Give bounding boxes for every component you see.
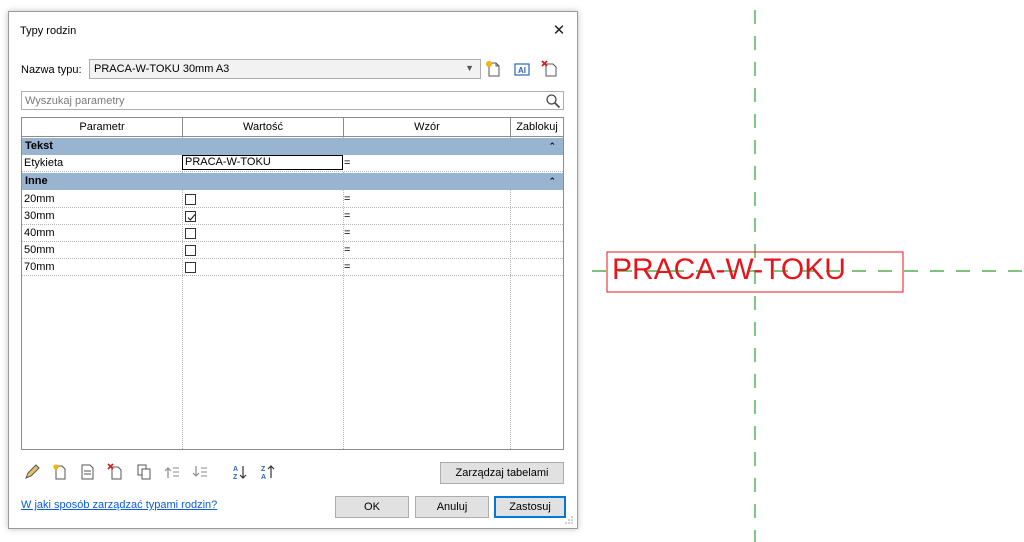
move-up-icon[interactable] [163,463,181,481]
edit-parameter-icon[interactable] [23,463,41,481]
sort-ascending-icon[interactable]: A Z [231,463,249,481]
parameter-properties-icon[interactable] [79,463,97,481]
rename-type-icon[interactable]: AI [512,59,532,79]
sort-descending-icon[interactable]: Z A [259,463,277,481]
column-header-lock[interactable]: Zablokuj [511,118,563,137]
move-down-icon[interactable] [191,463,209,481]
delete-type-icon[interactable] [540,59,560,79]
help-link[interactable]: W jaki sposób zarządzać typami rodzin? [21,499,217,511]
column-header-parameter[interactable]: Parametr [22,118,183,137]
new-parameter-icon[interactable] [51,463,69,481]
checkbox-20mm[interactable] [185,194,196,205]
svg-text:A: A [261,474,266,481]
close-button[interactable]: ✕ [549,21,569,41]
parameter-name: 30mm [24,210,55,222]
formula-cell[interactable]: = [344,244,350,256]
column-header-formula[interactable]: Wzór [344,118,511,137]
checkbox-40mm[interactable] [185,228,196,239]
check-icon [187,214,196,221]
apply-button[interactable]: Zastosuj [494,496,566,518]
cancel-button[interactable]: Anuluj [415,496,489,518]
table-row[interactable]: 50mm = [22,242,563,259]
manage-lookup-tables-button[interactable]: Zarządzaj tabelami [440,462,564,484]
svg-text:Z: Z [261,466,266,473]
family-types-dialog: Typy rodzin ✕ Nazwa typu: PRACA-W-TOKU 3… [8,11,578,529]
ok-button[interactable]: OK [335,496,409,518]
search-placeholder: Wyszukaj parametry [25,95,125,107]
table-row[interactable]: 70mm = [22,259,563,276]
group-row-inne[interactable]: Inne ⌃ [22,173,563,190]
formula-cell[interactable]: = [344,193,350,205]
label-value-input[interactable]: PRACA-W-TOKU [182,155,343,170]
svg-text:AI: AI [518,66,526,75]
table-row[interactable]: 20mm = [22,191,563,208]
search-parameters-input[interactable]: Wyszukaj parametry [21,91,564,110]
group-label: Inne [25,175,48,187]
resize-grip-icon[interactable] [564,515,574,525]
table-row[interactable]: 40mm = [22,225,563,242]
chevron-up-icon[interactable]: ⌃ [548,138,556,155]
group-row-tekst[interactable]: Tekst ⌃ [22,138,563,155]
svg-text:Z: Z [233,474,238,481]
chevron-down-icon: ▼ [465,63,474,73]
parameter-name: 70mm [24,261,55,273]
dialog-title: Typy rodzin [20,25,77,37]
type-name-select[interactable]: PRACA-W-TOKU 30mm A3 ▼ [89,59,481,79]
parameter-name: Etykieta [24,157,64,169]
parameter-name: 40mm [24,227,55,239]
parameter-name: 20mm [24,193,55,205]
formula-cell[interactable]: = [344,261,350,273]
parameter-name: 50mm [24,244,55,256]
search-icon[interactable] [545,93,561,109]
type-name-value: PRACA-W-TOKU 30mm A3 [94,63,230,75]
group-label: Tekst [25,140,53,152]
type-name-label: Nazwa typu: [21,64,82,76]
copy-icon[interactable] [135,463,153,481]
chevron-up-icon[interactable]: ⌃ [548,173,556,190]
tag-label[interactable]: PRACA-W-TOKU [612,253,846,287]
parameters-grid: Parametr Wartość Wzór Zablokuj Tekst ⌃ E… [21,117,564,450]
new-type-icon[interactable] [484,59,504,79]
table-row[interactable]: 30mm = [22,208,563,225]
delete-parameter-icon[interactable] [107,463,125,481]
checkbox-50mm[interactable] [185,245,196,256]
svg-text:A: A [233,466,238,473]
column-header-value[interactable]: Wartość [183,118,344,137]
checkbox-30mm[interactable] [185,211,196,222]
table-row[interactable]: Etykieta PRACA-W-TOKU = [22,155,563,172]
formula-cell[interactable]: = [344,227,350,239]
checkbox-70mm[interactable] [185,262,196,273]
formula-cell[interactable]: = [344,157,350,169]
formula-cell[interactable]: = [344,210,350,222]
